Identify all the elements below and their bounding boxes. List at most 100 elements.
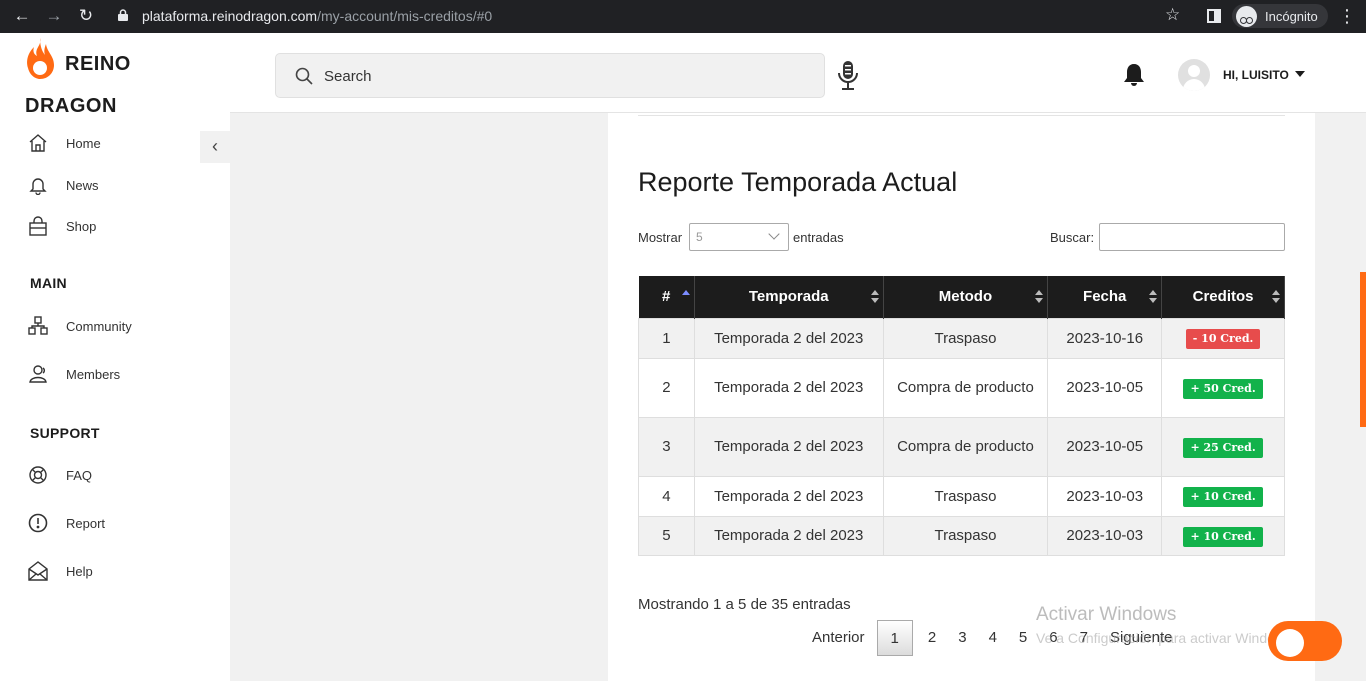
table-header-row: # Temporada Metodo Fecha Creditos [638, 276, 1285, 318]
collapse-sidebar-button[interactable]: ‹ [200, 131, 230, 163]
column-header-date[interactable]: Fecha [1047, 276, 1163, 318]
page-button[interactable]: 4 [978, 620, 1008, 656]
section-title-support: SUPPORT [30, 425, 100, 441]
forward-arrow-icon[interactable]: → [44, 6, 64, 26]
brand-name-line2: DRAGON [25, 95, 117, 117]
page-button[interactable]: 2 [917, 620, 947, 656]
table-row: 2 Temporada 2 del 2023 Compra de product… [638, 357, 1285, 418]
browser-menu-icon[interactable]: ⋮ [1338, 6, 1356, 26]
column-label: Creditos [1192, 288, 1254, 306]
sort-icon [1272, 290, 1280, 304]
page-button[interactable]: 5 [1008, 620, 1038, 656]
browser-toolbar: ← → ↻ plataforma.reinodragon.com/my-acco… [0, 0, 1366, 33]
sidebar-item-help[interactable]: Help [28, 561, 93, 581]
address-bar[interactable]: plataforma.reinodragon.com/my-account/mi… [142, 8, 492, 24]
sidebar-item-news[interactable]: News [28, 175, 99, 195]
column-header-method[interactable]: Metodo [883, 276, 1049, 318]
cell-season: Temporada 2 del 2023 [693, 515, 884, 556]
sidebar-item-shop[interactable]: Shop [28, 216, 96, 236]
caret-down-icon[interactable] [1295, 71, 1305, 77]
theme-toggle[interactable] [1268, 621, 1342, 661]
top-header: HI, LUISITO [230, 33, 1366, 113]
pagination-previous[interactable]: Anterior [808, 620, 877, 656]
table-row: 5 Temporada 2 del 2023 Traspaso 2023-10-… [638, 515, 1285, 556]
divider [638, 113, 1285, 116]
column-label: Metodo [938, 288, 993, 306]
sidebar-item-home[interactable]: Home [28, 133, 101, 153]
sidebar-item-community[interactable]: Community [28, 316, 132, 336]
credits-table: # Temporada Metodo Fecha Creditos 1 Temp… [638, 276, 1285, 556]
sidebar-item-label: News [66, 177, 99, 193]
home-icon [29, 134, 47, 152]
cell-credits: + 25 Cred. [1161, 416, 1285, 477]
bell-icon [29, 178, 47, 195]
section-title-main: MAIN [30, 275, 67, 291]
cell-method: Compra de producto [882, 416, 1049, 477]
sidebar-item-report[interactable]: Report [28, 513, 105, 533]
credit-badge: + 50 Cred. [1183, 378, 1263, 399]
cell-number: 1 [638, 317, 695, 359]
flame-logo-icon [27, 38, 54, 79]
avatar[interactable] [1178, 59, 1210, 91]
user-greeting[interactable]: HI, LUISITO [1223, 68, 1289, 82]
lock-icon [118, 9, 128, 21]
cell-method: Traspaso [882, 317, 1049, 359]
toggle-knob [1276, 629, 1304, 657]
credit-badge: - 10 Cred. [1185, 329, 1261, 349]
table-row: 4 Temporada 2 del 2023 Traspaso 2023-10-… [638, 475, 1285, 517]
bookmark-star-icon[interactable]: ☆ [1165, 5, 1180, 25]
column-header-number[interactable]: # [638, 276, 695, 318]
shopping-bag-icon [29, 216, 47, 236]
length-select[interactable]: 5 [689, 223, 789, 251]
back-arrow-icon[interactable]: ← [12, 6, 32, 26]
sidebar-item-label: Home [66, 135, 101, 151]
credit-badge: + 10 Cred. [1183, 487, 1263, 507]
cell-date: 2023-10-05 [1047, 357, 1163, 418]
credit-badge: + 25 Cred. [1183, 437, 1263, 458]
cell-number: 3 [638, 416, 695, 477]
sidebar-item-faq[interactable]: FAQ [28, 465, 92, 485]
cell-method: Compra de producto [882, 357, 1049, 418]
search-icon [295, 67, 313, 85]
cell-method: Traspaso [882, 515, 1049, 556]
cell-number: 2 [638, 357, 695, 418]
url-host: plataforma.reinodragon.com [142, 8, 318, 24]
cell-credits: + 50 Cred. [1161, 357, 1285, 418]
microphone-icon[interactable] [837, 61, 859, 91]
cell-credits: + 10 Cred. [1161, 475, 1285, 517]
page-title: Reporte Temporada Actual [638, 167, 958, 197]
page-button[interactable]: 3 [947, 620, 977, 656]
incognito-badge[interactable]: Incógnito [1232, 4, 1328, 28]
report-card: Reporte Temporada Actual Mostrar 5 entra… [608, 113, 1315, 681]
length-select-value: 5 [696, 230, 703, 244]
sidebar-item-members[interactable]: Members [28, 364, 120, 384]
alert-circle-icon [28, 513, 48, 533]
community-icon [28, 316, 48, 335]
scrollbar-thumb[interactable] [1360, 272, 1366, 427]
table-info: Mostrando 1 a 5 de 35 entradas [638, 596, 851, 613]
sort-icon [1035, 290, 1044, 304]
sidebar-item-label: FAQ [66, 467, 93, 483]
cell-number: 4 [638, 475, 695, 517]
notification-bell-icon[interactable] [1123, 63, 1145, 87]
column-header-credits[interactable]: Creditos [1161, 276, 1285, 318]
reload-icon[interactable]: ↻ [76, 6, 96, 26]
incognito-label: Incógnito [1265, 8, 1318, 24]
cell-date: 2023-10-16 [1047, 317, 1163, 359]
cell-method: Traspaso [882, 475, 1049, 517]
search-input[interactable] [324, 66, 804, 86]
side-panel-icon[interactable] [1207, 9, 1221, 23]
search-box[interactable] [275, 53, 825, 98]
sidebar-item-label: Report [66, 515, 106, 531]
url-path: /my-account/mis-creditos/#0 [317, 8, 493, 24]
incognito-icon [1236, 5, 1257, 27]
column-header-season[interactable]: Temporada [694, 276, 884, 318]
sidebar-item-label: Shop [66, 218, 97, 234]
page-button-current[interactable]: 1 [876, 620, 913, 656]
length-label: Mostrar [638, 230, 683, 245]
table-search-input[interactable] [1099, 223, 1285, 251]
column-label: Fecha [1083, 288, 1127, 306]
cell-number: 5 [638, 515, 695, 556]
windows-activation-title: Activar Windows [1036, 604, 1177, 625]
cell-season: Temporada 2 del 2023 [693, 317, 884, 359]
